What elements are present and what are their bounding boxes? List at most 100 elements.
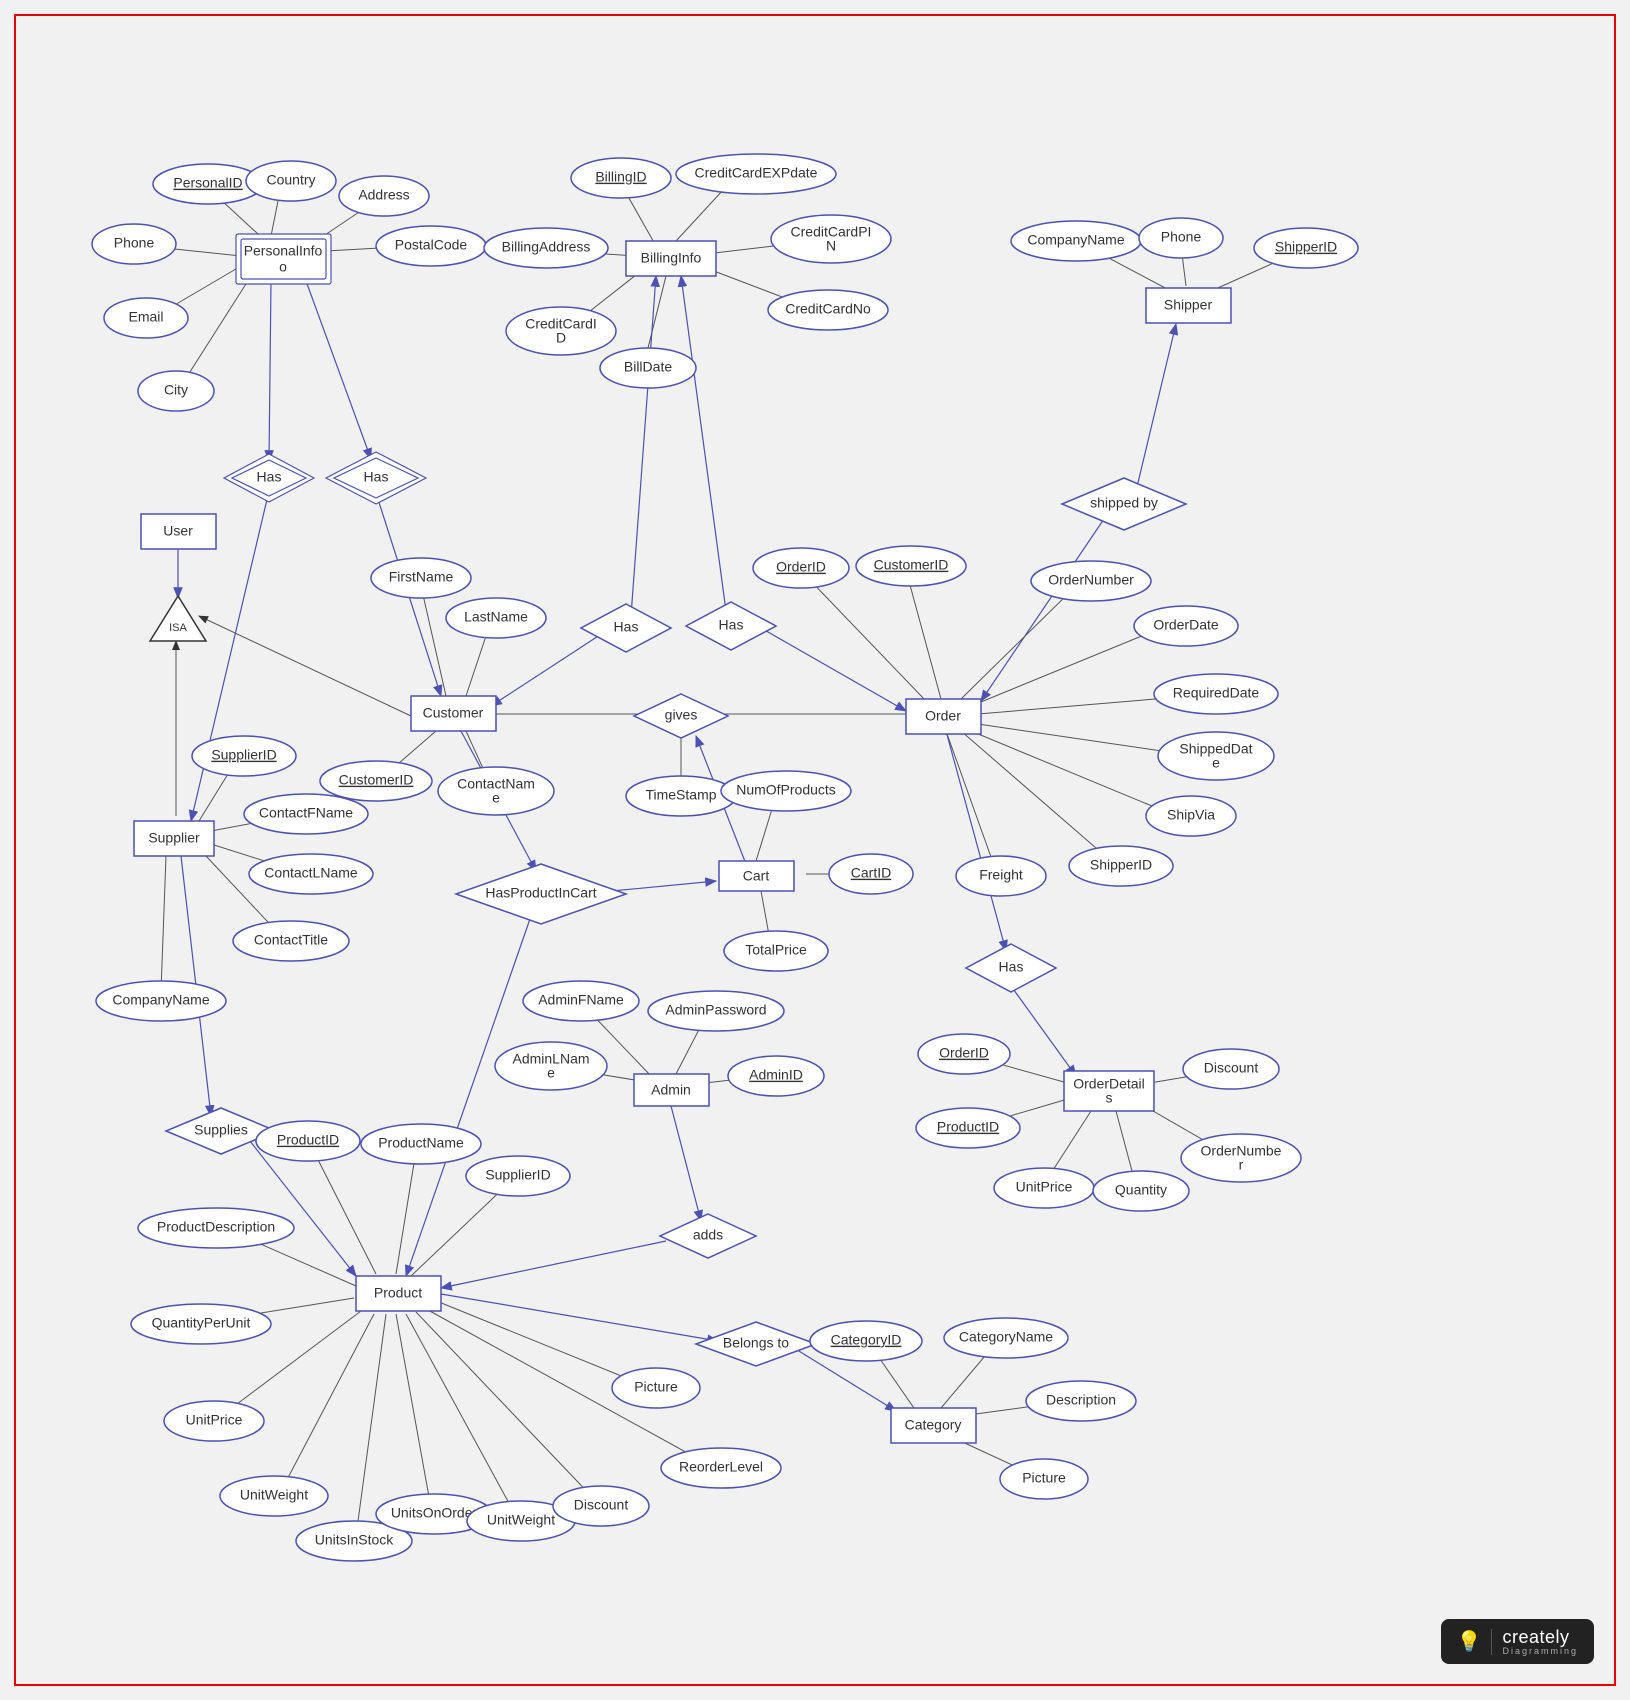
attr-lastname: LastName xyxy=(446,598,546,638)
svg-text:Supplies: Supplies xyxy=(194,1122,248,1138)
attr-firstname: FirstName xyxy=(371,558,471,598)
attr-supfn: ContactFName xyxy=(244,794,368,834)
attr-orderdate: OrderDate xyxy=(1134,606,1238,646)
svg-text:e: e xyxy=(547,1065,555,1081)
svg-text:HasProductInCart: HasProductInCart xyxy=(485,885,596,901)
attr-customerid: CustomerID xyxy=(320,761,432,801)
attr-suptitle: ContactTitle xyxy=(233,921,349,961)
entity-admin: Admin xyxy=(634,1074,709,1106)
svg-text:OrderDate: OrderDate xyxy=(1153,617,1219,633)
svg-text:r: r xyxy=(1239,1157,1244,1173)
attr-supid: SupplierID xyxy=(192,736,296,776)
svg-text:adds: adds xyxy=(693,1227,723,1243)
svg-text:ISA: ISA xyxy=(169,622,187,634)
rel-hasproductincart: HasProductInCart xyxy=(456,864,626,924)
svg-text:PostalCode: PostalCode xyxy=(395,237,468,253)
svg-text:CreditCardEXPdate: CreditCardEXPdate xyxy=(695,165,818,181)
entity-cart: Cart xyxy=(719,861,794,891)
svg-text:ContactFName: ContactFName xyxy=(259,805,353,821)
svg-text:TotalPrice: TotalPrice xyxy=(745,942,807,958)
entity-order: Order xyxy=(906,699,981,734)
svg-text:OrderID: OrderID xyxy=(776,559,826,575)
attr-od-pid: ProductID xyxy=(916,1108,1020,1148)
svg-text:OrderNumber: OrderNumber xyxy=(1048,572,1134,588)
svg-text:Has: Has xyxy=(257,469,282,485)
svg-text:UnitsOnOrder: UnitsOnOrder xyxy=(391,1505,478,1521)
entity-user: User xyxy=(141,514,216,549)
attr-shipperid: ShipperID xyxy=(1254,228,1358,268)
attr-prodsupid: SupplierID xyxy=(466,1156,570,1196)
attr-ordernum: OrderNumber xyxy=(1031,561,1151,601)
creately-brand: 💡 creately Diagramming xyxy=(1441,1619,1594,1664)
svg-text:OrderID: OrderID xyxy=(939,1045,989,1061)
svg-text:Phone: Phone xyxy=(114,235,155,251)
attr-cartnum: NumOfProducts xyxy=(721,771,851,811)
bulb-icon: 💡 xyxy=(1457,1629,1482,1654)
svg-text:CreditCardNo: CreditCardNo xyxy=(785,301,871,317)
svg-text:Discount: Discount xyxy=(1204,1060,1259,1076)
svg-text:Email: Email xyxy=(128,309,163,325)
svg-text:gives: gives xyxy=(665,707,698,723)
svg-text:AdminFName: AdminFName xyxy=(538,992,624,1008)
svg-text:ContactTitle: ContactTitle xyxy=(254,932,328,948)
attr-address: Address xyxy=(339,176,429,216)
svg-text:Cart: Cart xyxy=(743,868,770,884)
svg-text:TimeStamp: TimeStamp xyxy=(645,787,716,803)
attr-country: Country xyxy=(246,161,336,201)
svg-text:ShipVia: ShipVia xyxy=(1167,807,1215,823)
svg-text:CompanyName: CompanyName xyxy=(1027,232,1124,248)
svg-text:AdminPassword: AdminPassword xyxy=(665,1002,766,1018)
attr-ccno: CreditCardNo xyxy=(768,290,888,330)
svg-text:D: D xyxy=(556,330,566,346)
svg-text:SupplierID: SupplierID xyxy=(211,747,276,763)
er-diagram: PersonalInfo o PersonalID Country Addres… xyxy=(16,16,1614,1684)
entity-personalinfo: PersonalInfo o xyxy=(236,234,331,284)
attr-baddr: BillingAddress xyxy=(484,228,608,268)
attr-reqdate: RequiredDate xyxy=(1154,674,1278,714)
svg-text:e: e xyxy=(492,790,500,806)
svg-text:AdminID: AdminID xyxy=(749,1067,803,1083)
svg-text:Has: Has xyxy=(614,619,639,635)
rel-has-pi1: Has xyxy=(224,454,314,502)
rel-has-bi2: Has xyxy=(686,602,776,650)
rel-belongs: Belongs to xyxy=(696,1322,816,1366)
svg-text:o: o xyxy=(279,259,287,275)
svg-text:Has: Has xyxy=(999,959,1024,975)
attr-timestamp: TimeStamp xyxy=(626,776,736,816)
attr-carttotal: TotalPrice xyxy=(724,931,828,971)
svg-text:BillingID: BillingID xyxy=(595,169,646,185)
attr-shipcompany: CompanyName xyxy=(1011,221,1141,261)
attr-cartid: CartID xyxy=(829,854,913,894)
svg-text:ReorderLevel: ReorderLevel xyxy=(679,1459,763,1475)
svg-text:CategoryName: CategoryName xyxy=(959,1329,1053,1345)
svg-text:ProductID: ProductID xyxy=(937,1119,999,1135)
svg-text:City: City xyxy=(164,382,188,398)
attr-ordershipperid: ShipperID xyxy=(1069,846,1173,886)
rel-has-pi2: Has xyxy=(326,452,426,504)
svg-text:UnitPrice: UnitPrice xyxy=(1016,1179,1073,1195)
svg-text:CompanyName: CompanyName xyxy=(112,992,209,1008)
attr-admpw: AdminPassword xyxy=(648,991,784,1031)
svg-text:s: s xyxy=(1106,1090,1113,1106)
attr-od-up: UnitPrice xyxy=(994,1168,1094,1208)
rel-has-od: Has xyxy=(966,944,1056,992)
brand-sub: Diagramming xyxy=(1502,1646,1578,1656)
attr-catname: CategoryName xyxy=(944,1318,1068,1358)
attr-od-disc: Discount xyxy=(1183,1049,1279,1089)
attr-email: Email xyxy=(104,298,188,338)
svg-text:Shipper: Shipper xyxy=(1164,297,1213,313)
svg-text:User: User xyxy=(163,523,193,539)
attr-catdesc: Description xyxy=(1026,1381,1136,1421)
entity-shipper: Shipper xyxy=(1146,288,1231,323)
attr-ccid: CreditCardID xyxy=(506,307,616,355)
svg-text:Supplier: Supplier xyxy=(148,830,200,846)
svg-text:PersonalInfo: PersonalInfo xyxy=(244,243,323,259)
svg-text:UnitWeight: UnitWeight xyxy=(240,1487,308,1503)
attr-od-num: OrderNumber xyxy=(1181,1134,1301,1182)
brand-name: creately xyxy=(1502,1627,1569,1647)
svg-text:CustomerID: CustomerID xyxy=(874,557,949,573)
svg-text:Country: Country xyxy=(266,172,315,188)
svg-text:UnitWeight: UnitWeight xyxy=(487,1512,555,1528)
svg-text:Quantity: Quantity xyxy=(1115,1182,1167,1198)
rel-gives: gives xyxy=(634,694,728,738)
